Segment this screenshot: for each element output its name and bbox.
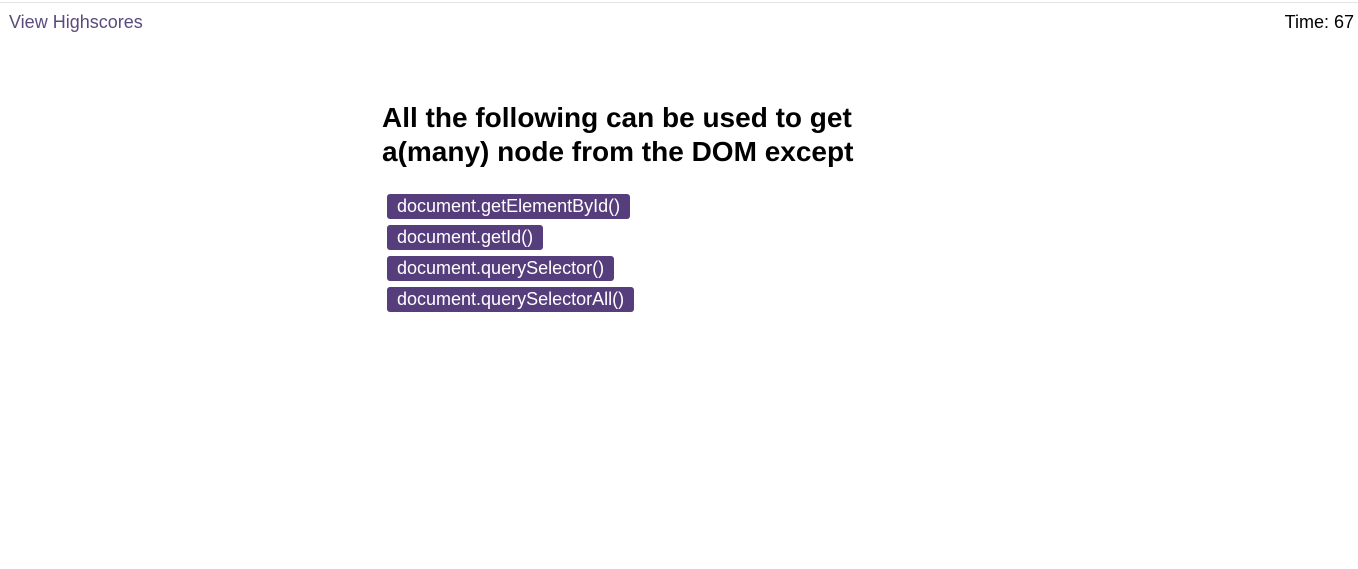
choice-button-1[interactable]: document.getElementById()	[387, 194, 631, 219]
quiz-card: All the following can be used to get a(m…	[382, 101, 902, 318]
choices-list: document.getElementById() document.getId…	[382, 194, 902, 312]
timer: Time: 67	[1285, 12, 1354, 33]
view-highscores-link[interactable]: View Highscores	[9, 12, 143, 33]
timer-label: Time:	[1284, 12, 1329, 32]
header: View Highscores Time: 67	[0, 0, 1358, 46]
choice-button-3[interactable]: document.querySelector()	[387, 256, 615, 281]
timer-value: 67	[1333, 12, 1354, 32]
question-text: All the following can be used to get a(m…	[382, 102, 854, 167]
choice-button-2[interactable]: document.getId()	[387, 225, 544, 250]
choice-button-4[interactable]: document.querySelectorAll()	[387, 287, 635, 312]
